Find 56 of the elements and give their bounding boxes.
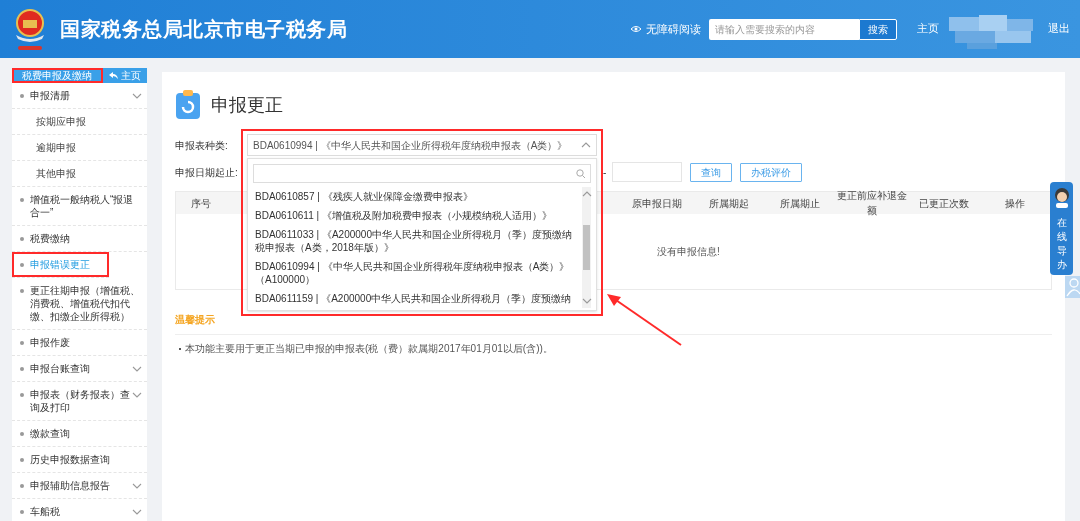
sidebar-item[interactable]: 历史申报数据查询 [12,447,147,473]
back-arrow-icon [109,72,118,79]
sidebar-item[interactable]: 申报作废 [12,330,147,356]
column-header: 原申报日期 [630,196,683,211]
sidebar-item[interactable]: 申报清册 [12,83,147,109]
eye-icon [630,25,642,33]
column-header: 所属期起 [707,196,750,211]
dropdown-option[interactable]: BDA0611033 | 《A200000中华人民共和国企业所得税月（季）度预缴纳税申报表（A类，2018年版）》 [253,225,580,257]
online-guide-tab[interactable]: 在线导办 [1050,182,1073,275]
chevron-down-icon [132,366,142,372]
sidebar-subitem[interactable]: 其他申报 [12,161,147,187]
empty-message: 没有申报信息! [657,245,720,259]
clipboard-refresh-icon [175,90,201,120]
sidebar-item[interactable]: 申报表（财务报表）查询及打印 [12,382,147,421]
date-end-field[interactable] [612,162,683,182]
date-separator: - [603,165,607,180]
chevron-up-icon [581,191,592,197]
search-icon [576,168,586,179]
dropdown-option[interactable]: BDA0610994 | 《中华人民共和国企业所得税年度纳税申报表（A类）》（A100000） [253,257,580,289]
sidebar-item[interactable]: 税费缴纳 [12,226,147,252]
search-field[interactable]: 请输入需要搜索的内容 [709,18,859,40]
dropdown-option[interactable]: BDA0610611 | 《增值税及附加税费申报表（小规模纳税人适用）》 [253,206,580,225]
sidebar-item[interactable]: 增值税一般纳税人“报退合一” [12,187,147,226]
column-header: 序号 [190,196,212,211]
chevron-down-icon [132,483,142,489]
dropdown-option[interactable]: BDA0610857 | 《残疾人就业保障金缴费申报表》 [253,187,580,206]
column-header: 更正前应补退金额 [836,189,908,218]
dropdown-search-field[interactable] [253,164,591,183]
search-button[interactable]: 搜索 [859,18,897,40]
tips-title: 温馨提示 [175,313,215,327]
dropdown-option[interactable]: BDA0611159 | 《A200000中华人民共和国企业所得税月（季）度预缴纳 [253,289,580,308]
column-header: 已更正次数 [917,196,970,211]
chevron-down-icon [132,93,142,99]
sidebar-item[interactable]: 更正往期申报（增值税、消费税、增值税代扣代缴、扣缴企业所得税） [12,278,147,330]
chevron-down-icon [132,509,142,515]
scrollbar[interactable] [582,187,591,308]
sidebar-subitem[interactable]: 按期应申报 [12,109,147,135]
tip-text: 本功能主要用于更正当期已申报的申报表(税（费）款属期2017年01月01以后(含))。 [185,342,553,356]
form-type-label: 申报表种类: [175,139,228,151]
sidebar-item[interactable]: 申报辅助信息报告 [12,473,147,499]
sidebar-subitem[interactable]: 逾期申报 [12,135,147,161]
scrollbar-thumb[interactable] [583,225,590,270]
sidebar-item[interactable]: 缴款查询 [12,421,147,447]
page-title: 申报更正 [211,93,283,117]
form-type-select[interactable]: BDA0610994 | 《中华人民共和国企业所得税年度纳税申报表（A类）》 [247,134,597,156]
site-title: 国家税务总局北京市电子税务局 [60,17,347,42]
date-range-label: 申报日期起止: [175,166,238,178]
chevron-down-icon [132,392,142,398]
chevron-up-icon [581,142,591,148]
column-header: 所属期止 [779,196,822,211]
sidebar-item[interactable]: 车船税 [12,499,147,521]
column-header: 操作 [1004,196,1027,211]
user-profile-icon[interactable] [1065,276,1080,298]
accessibility-link[interactable]: 无障碍阅读 [630,20,701,38]
chevron-down-icon [581,298,592,304]
sidebar-item[interactable]: 申报台账查询 [12,356,147,382]
